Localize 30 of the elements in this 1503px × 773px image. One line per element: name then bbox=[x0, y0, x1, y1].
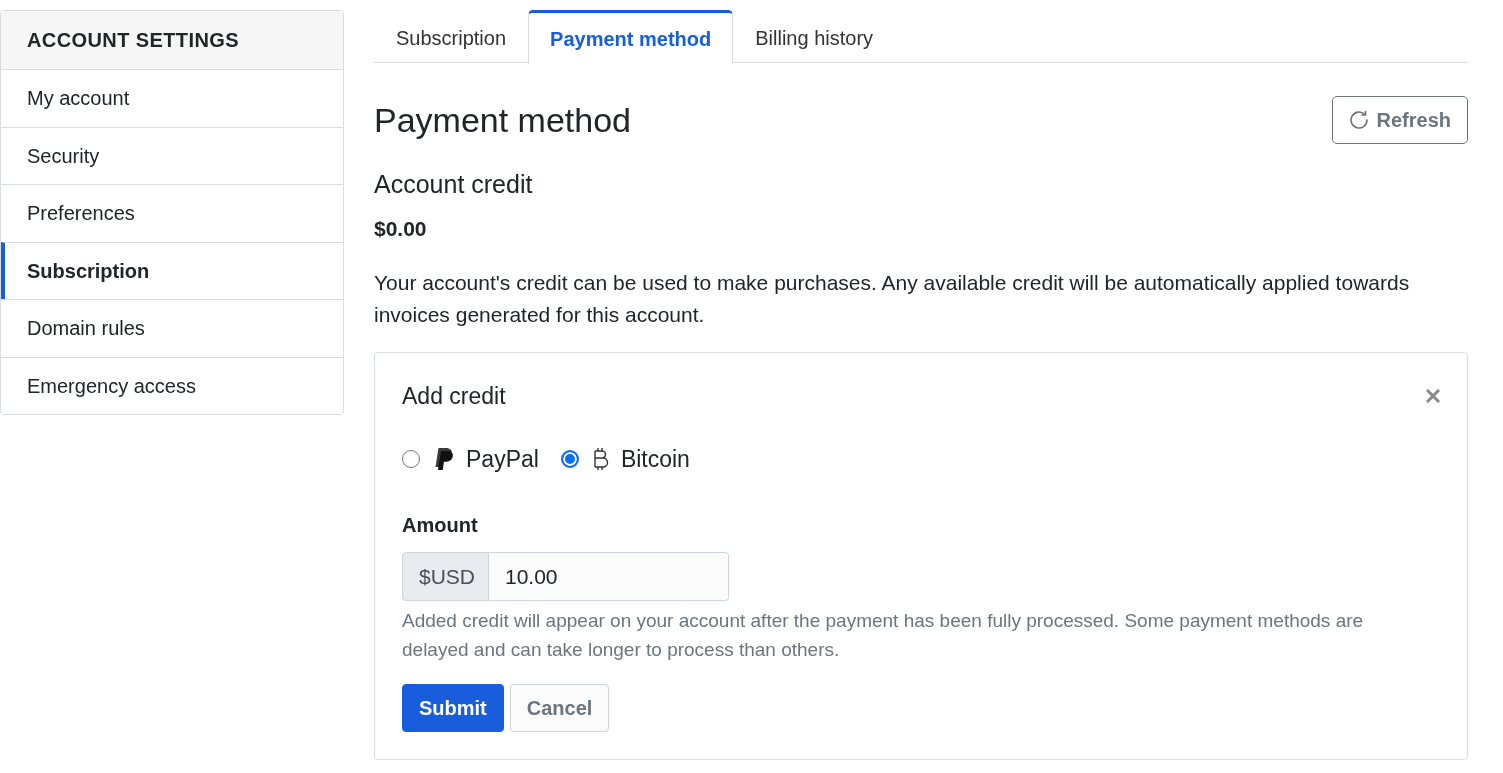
paypal-logo-icon bbox=[434, 447, 454, 471]
bitcoin-icon bbox=[592, 447, 609, 471]
field-label: Amount bbox=[402, 513, 479, 538]
sidebar-item[interactable]: Preferences bbox=[1, 184, 343, 242]
credit-amount: $0.00 bbox=[374, 216, 428, 242]
sidebar-item[interactable]: Emergency access bbox=[1, 356, 343, 414]
tab[interactable]: Billing history bbox=[733, 10, 896, 63]
amount-field[interactable]: 10.00 bbox=[489, 552, 729, 601]
currency-prefix: $USD bbox=[402, 552, 489, 601]
radio-label[interactable]: PayPal bbox=[466, 444, 539, 474]
sidebar-item[interactable]: Security bbox=[1, 126, 343, 184]
refresh-button[interactable]: Refresh bbox=[1331, 96, 1468, 144]
section-heading: Account credit bbox=[374, 169, 534, 200]
radio-label[interactable]: Bitcoin bbox=[620, 444, 690, 474]
page-title: Payment method bbox=[374, 100, 632, 140]
sidebar-item[interactable]: My account bbox=[1, 69, 343, 127]
refresh-icon bbox=[1348, 110, 1369, 130]
card-title: Add credit bbox=[402, 382, 506, 411]
close-icon[interactable] bbox=[1426, 389, 1440, 403]
help-text: Added credit will appear on your account after the payment has been fully processed. Some payment methods are delayed and can take longer to process than others. bbox=[402, 609, 1365, 662]
tab[interactable]: Payment method bbox=[528, 10, 734, 64]
submit-button[interactable]: Submit bbox=[402, 684, 504, 732]
credit-description: Your account's credit can be used to make purchases. Any available credit will be automatically applied towards invoices generated for this account. bbox=[374, 270, 1411, 328]
tab[interactable]: Subscription bbox=[374, 10, 529, 63]
sidebar-item[interactable]: Subscription bbox=[1, 241, 343, 299]
sidebar-item[interactable]: Domain rules bbox=[1, 299, 343, 357]
cancel-button[interactable]: Cancel bbox=[509, 684, 610, 732]
radio-button[interactable] bbox=[560, 450, 579, 468]
sidebar-header: ACCOUNT SETTINGS bbox=[1, 11, 343, 69]
radio-button[interactable] bbox=[402, 450, 420, 468]
